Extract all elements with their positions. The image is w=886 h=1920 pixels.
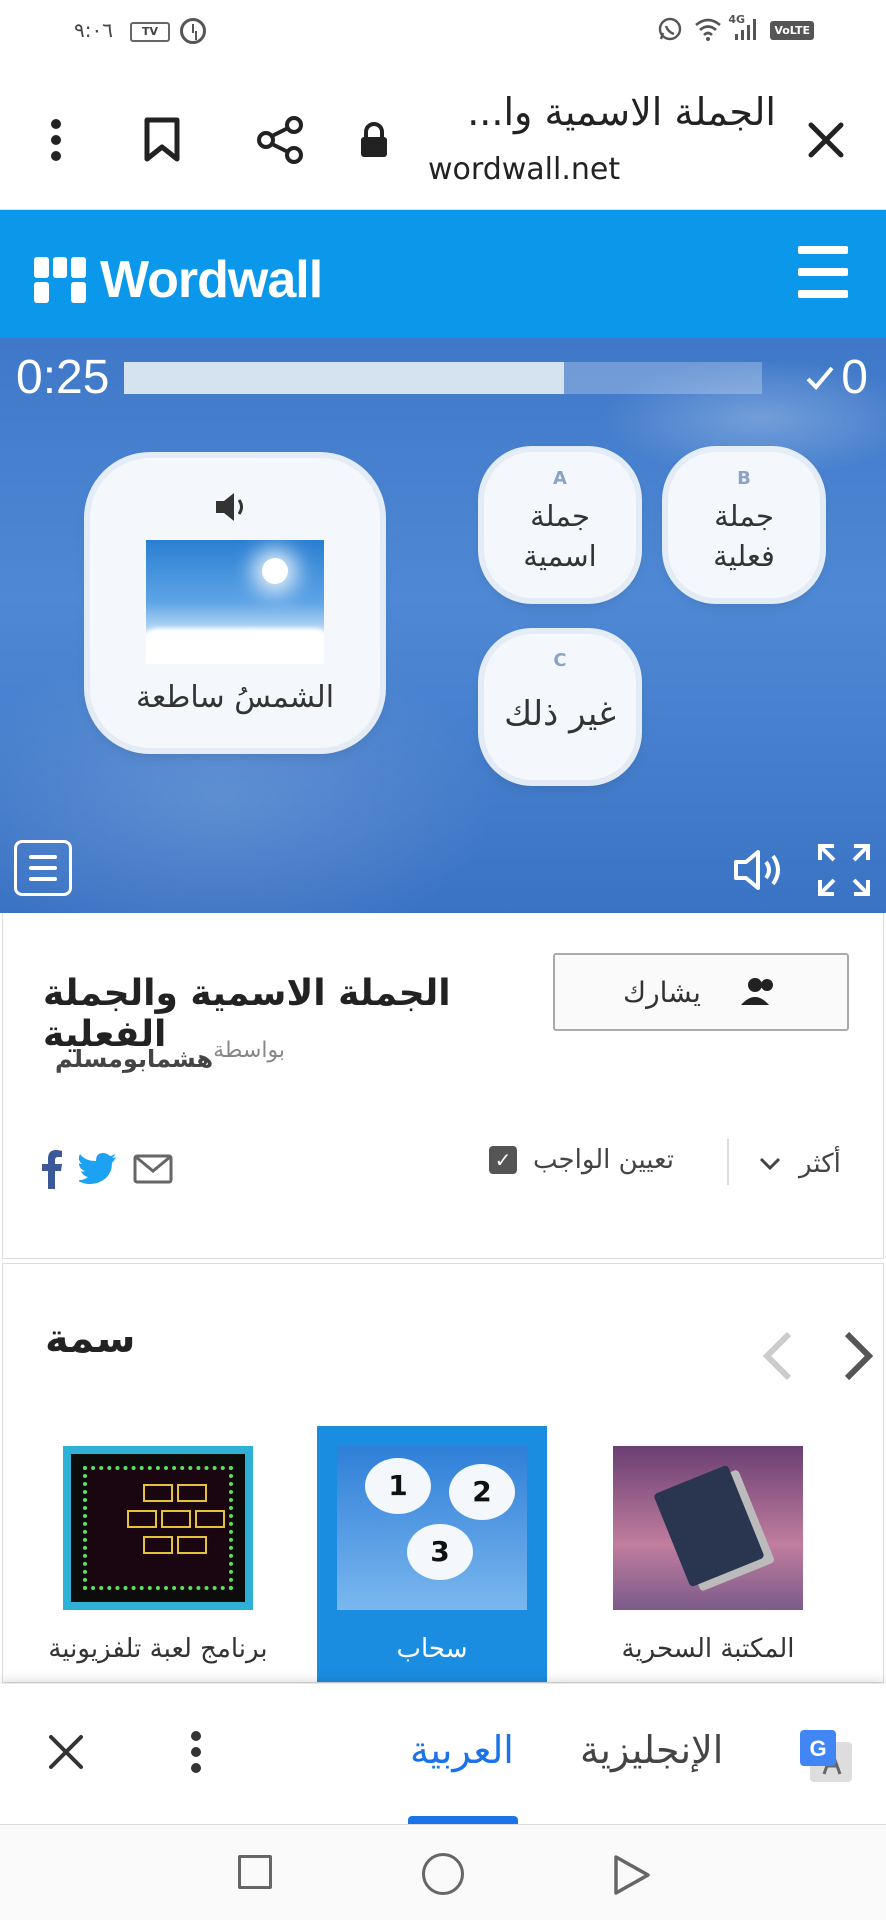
lock-icon bbox=[344, 110, 404, 170]
back-icon[interactable] bbox=[612, 1853, 652, 1901]
by-label: بواسطة bbox=[213, 1038, 286, 1063]
timer-progress-bar bbox=[124, 362, 762, 394]
theme-title: سمة bbox=[45, 1316, 136, 1362]
volume-icon[interactable] bbox=[730, 842, 786, 898]
share-label: يشارك bbox=[623, 975, 701, 1009]
theme-option-clouds[interactable]: 1 2 3 سحاب bbox=[317, 1426, 547, 1682]
logo-grid-icon bbox=[34, 257, 86, 303]
answer-text: جملة فعلية bbox=[713, 499, 775, 573]
volte-badge: VoLTE bbox=[770, 20, 814, 40]
theme-label: المكتبة السحرية bbox=[621, 1634, 795, 1664]
page-domain[interactable]: wordwall.net bbox=[428, 152, 620, 187]
more-vert-icon[interactable] bbox=[190, 1730, 202, 1778]
svg-text:G: G bbox=[809, 1736, 826, 1761]
social-share-row bbox=[41, 1149, 173, 1193]
signal-icon: 4G bbox=[728, 13, 760, 44]
game-menu-icon[interactable] bbox=[14, 840, 72, 896]
answer-cloud-a[interactable]: A جملة اسمية bbox=[484, 452, 636, 598]
answer-letter: B bbox=[737, 468, 751, 489]
answer-text: جملة اسمية bbox=[523, 499, 597, 573]
close-icon[interactable] bbox=[796, 110, 856, 170]
chevron-down-icon bbox=[759, 1157, 781, 1171]
source-language-tab[interactable]: الإنجليزية bbox=[580, 1728, 723, 1772]
checkmark-icon bbox=[806, 366, 834, 390]
game-timer: 0:25 bbox=[16, 351, 110, 404]
question-cloud: الشمسُ ساطعة bbox=[90, 458, 380, 748]
assign-homework[interactable]: تعيين الواجب ✓ bbox=[489, 1145, 674, 1175]
theme-label: سحاب bbox=[396, 1634, 468, 1664]
assign-label: تعيين الواجب bbox=[533, 1145, 674, 1175]
email-icon[interactable] bbox=[133, 1154, 173, 1188]
wordwall-logo[interactable]: Wordwall bbox=[34, 250, 323, 310]
answer-cloud-b[interactable]: B جملة فعلية bbox=[668, 452, 820, 598]
chevron-left-icon[interactable] bbox=[762, 1331, 793, 1384]
game-area: 0:25 0 الشمسُ ساطعة A جملة اسمية B جملة … bbox=[0, 338, 886, 913]
author-link[interactable]: هشمابومسلم bbox=[55, 1045, 213, 1073]
theme-section: سمة برنامج لعبة تلفزيونية 1 2 3 سحاب الم… bbox=[2, 1263, 884, 1683]
question-text: الشمسُ ساطعة bbox=[135, 680, 335, 715]
translate-bar: العربية الإنجليزية G bbox=[0, 1684, 886, 1824]
activity-info-card: يشارك الجملة الاسمية والجملة الفعلية بوا… bbox=[2, 913, 884, 1259]
home-icon[interactable] bbox=[422, 1853, 464, 1895]
share-button[interactable]: يشارك bbox=[553, 953, 849, 1031]
theme-option-magic-library[interactable]: المكتبة السحرية bbox=[593, 1426, 823, 1682]
network-type: 4G bbox=[728, 13, 745, 26]
theme-option-tv-game-show[interactable]: برنامج لعبة تلفزيونية bbox=[43, 1426, 273, 1682]
more-dropdown[interactable]: أكثر bbox=[759, 1149, 841, 1179]
hamburger-menu-icon[interactable] bbox=[798, 246, 848, 298]
assign-checkbox-icon[interactable]: ✓ bbox=[489, 1146, 517, 1174]
system-nav-bar bbox=[0, 1824, 886, 1920]
theme-thumbnail bbox=[63, 1446, 253, 1610]
site-header: Wordwall bbox=[0, 210, 886, 338]
chevron-right-icon[interactable] bbox=[843, 1331, 874, 1384]
more-vert-icon[interactable] bbox=[26, 110, 86, 170]
theme-label: برنامج لعبة تلفزيونية bbox=[48, 1634, 268, 1664]
status-time: ٩:٠٦ bbox=[74, 18, 113, 42]
brand-name: Wordwall bbox=[100, 251, 323, 309]
fullscreen-icon[interactable] bbox=[816, 842, 872, 898]
answer-letter: C bbox=[553, 650, 567, 671]
wifi-icon bbox=[694, 16, 722, 44]
bookmark-icon[interactable] bbox=[132, 110, 192, 170]
activity-title: الجملة الاسمية والجملة الفعلية bbox=[43, 973, 451, 1055]
google-translate-icon: G bbox=[798, 1728, 856, 1786]
people-icon bbox=[740, 978, 773, 1005]
author-line: بواسطةهشمابومسلم bbox=[55, 1038, 285, 1073]
timer-progress-fill bbox=[124, 362, 565, 394]
tv-badge: TV bbox=[130, 22, 170, 42]
recent-apps-icon[interactable] bbox=[238, 1855, 272, 1889]
answer-text: غير ذلك bbox=[504, 694, 616, 734]
score-value: 0 bbox=[841, 351, 868, 404]
score-display: 0 bbox=[805, 350, 868, 405]
active-tab-indicator bbox=[408, 1816, 518, 1824]
speaker-icon[interactable] bbox=[214, 490, 250, 528]
theme-thumbnail bbox=[613, 1446, 803, 1610]
browser-toolbar: الجملة الاسمية وا... wordwall.net bbox=[0, 70, 886, 210]
divider bbox=[727, 1139, 729, 1185]
more-label: أكثر bbox=[799, 1149, 841, 1179]
status-bar: ٩:٠٦ TV 4G VoLTE bbox=[0, 0, 886, 70]
target-language-tab[interactable]: العربية bbox=[410, 1728, 514, 1772]
share-icon[interactable] bbox=[250, 110, 310, 170]
question-image bbox=[146, 540, 324, 664]
whatsapp-icon bbox=[656, 16, 684, 44]
page-title[interactable]: الجملة الاسمية وا... bbox=[396, 90, 776, 134]
facebook-icon[interactable] bbox=[41, 1149, 63, 1193]
twitter-icon[interactable] bbox=[76, 1153, 117, 1189]
answer-letter: A bbox=[553, 468, 567, 489]
answer-cloud-c[interactable]: C غير ذلك bbox=[484, 634, 636, 780]
alarm-icon bbox=[180, 18, 206, 44]
close-icon[interactable] bbox=[46, 1732, 86, 1776]
theme-thumbnail: 1 2 3 bbox=[337, 1446, 527, 1610]
